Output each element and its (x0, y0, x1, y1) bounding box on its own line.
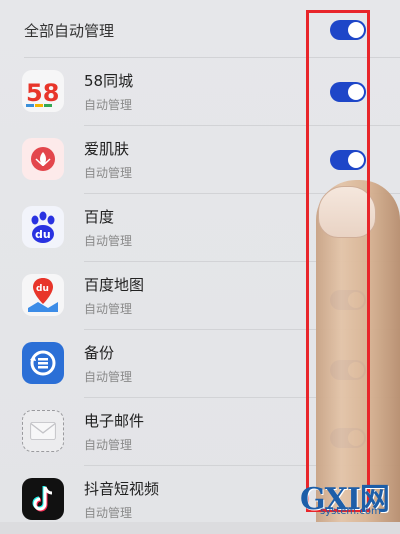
baidu-map-icon: du (22, 274, 64, 316)
email-icon (22, 410, 64, 452)
backup-icon (22, 342, 64, 384)
app-name: 58同城 (84, 72, 134, 90)
baidu-icon: du (22, 206, 64, 248)
douyin-icon (22, 478, 64, 520)
app-name: 百度地图 (84, 276, 145, 294)
toggle-column-highlight (306, 10, 370, 512)
watermark-domain: system.com (320, 506, 381, 517)
58-tongcheng-icon: 58 (22, 70, 64, 112)
app-status: 自动管理 (84, 302, 133, 316)
baidu-du-text: du (35, 228, 51, 241)
app-status: 自动管理 (84, 234, 133, 248)
app-name: 备份 (84, 344, 115, 362)
app-name: 百度 (84, 208, 115, 226)
aijifu-icon (22, 138, 64, 180)
map-du-text: du (36, 284, 49, 294)
app-status: 自动管理 (84, 438, 133, 452)
app-status: 自动管理 (84, 98, 133, 112)
app-name: 爱肌肤 (84, 140, 130, 158)
site-watermark: GXI网 system.com (300, 474, 398, 520)
logo-58-text: 58 (26, 79, 59, 107)
app-management-screen: 全部自动管理 58 58同城 自动管理 爱肌肤 自动管理 du 百度 自动管理 … (0, 0, 400, 522)
app-name: 电子邮件 (84, 412, 145, 430)
app-status: 自动管理 (84, 506, 133, 520)
app-name: 抖音短视频 (84, 480, 160, 498)
app-status: 自动管理 (84, 166, 133, 180)
master-toggle-label: 全部自动管理 (24, 22, 115, 40)
app-status: 自动管理 (84, 370, 133, 384)
